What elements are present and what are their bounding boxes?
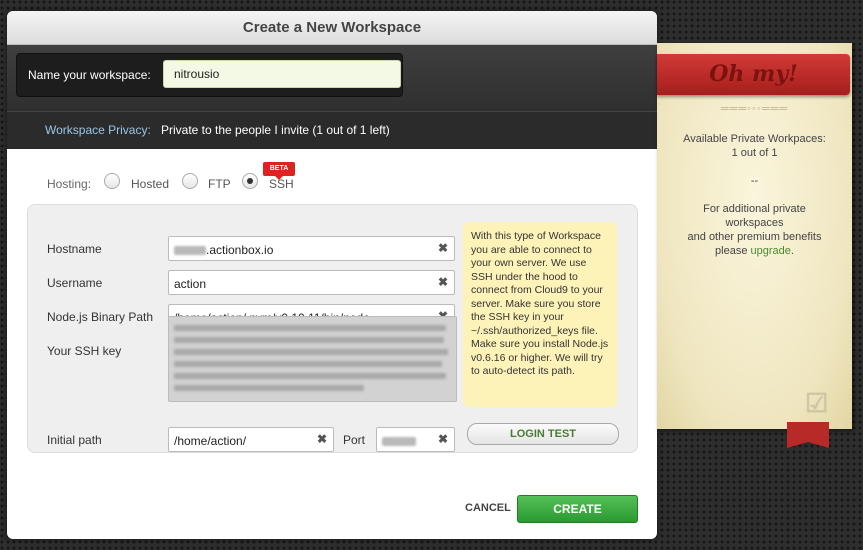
radio-ftp[interactable]: [182, 173, 198, 189]
port-input[interactable]: ✖: [376, 427, 455, 452]
initial-path-value: /home/action/: [174, 434, 247, 448]
radio-ssh[interactable]: [242, 173, 258, 189]
promo-line-2: workspaces: [725, 217, 784, 229]
workspace-name-label: Name your workspace:: [28, 68, 151, 82]
separator-text: --: [750, 175, 759, 187]
username-label: Username: [47, 276, 103, 290]
ssh-info-note: With this type of Workspace you are able…: [463, 222, 617, 407]
redacted-text: [174, 325, 446, 331]
port-label: Port: [343, 433, 366, 447]
flourish-ornament: ═══◦◦◦═══: [720, 103, 789, 115]
clear-icon[interactable]: ✖: [438, 275, 448, 289]
available-workspaces: Available Private Workpaces: 1 out of 1: [667, 132, 842, 160]
available-line-1: Available Private Workpaces:: [683, 133, 826, 145]
redacted-text: [382, 437, 416, 447]
ssh-key-label: Your SSH key: [47, 344, 122, 358]
promo-line-1: For additional private: [703, 203, 806, 215]
redacted-text: [174, 385, 364, 391]
node-path-label: Node.js Binary Path: [47, 310, 154, 324]
cancel-button[interactable]: CANCEL: [465, 502, 511, 514]
ribbon-banner: Oh my!: [657, 54, 850, 95]
radio-ftp-label[interactable]: FTP: [208, 177, 231, 191]
promo-end: .: [790, 245, 794, 257]
promo-line-3: and other premium benefits: [687, 231, 822, 243]
initial-path-label: Initial path: [47, 433, 102, 447]
ssh-settings-panel: Hostname .actionbox.io ✖ Username action…: [27, 204, 638, 453]
login-test-button[interactable]: LOGIN TEST: [467, 423, 619, 445]
ribbon-text: Oh my!: [709, 61, 798, 87]
clear-icon[interactable]: ✖: [317, 432, 327, 446]
redacted-text: [174, 337, 444, 343]
hostname-value: .actionbox.io: [206, 243, 274, 257]
clear-icon[interactable]: ✖: [438, 241, 448, 255]
ssh-key-textarea[interactable]: [168, 316, 457, 402]
privacy-band: Workspace Privacy: Private to the people…: [7, 111, 657, 149]
bookmark-ribbon: [787, 422, 829, 448]
dialog-title: Create a New Workspace: [7, 11, 657, 45]
clear-icon[interactable]: ✖: [438, 432, 448, 446]
create-workspace-dialog: Create a New Workspace Name your workspa…: [7, 11, 657, 539]
radio-hosted[interactable]: [104, 173, 120, 189]
hostname-label: Hostname: [47, 242, 102, 256]
name-band: Name your workspace: nitrousio: [7, 45, 657, 111]
beta-badge: BETA: [263, 162, 295, 180]
workspace-name-input[interactable]: nitrousio: [163, 60, 401, 88]
privacy-value: Private to the people I invite (1 out of…: [161, 123, 390, 137]
promo-line-4: please upgrade.: [667, 244, 842, 258]
redacted-text: [174, 349, 448, 355]
username-value: action: [174, 277, 207, 291]
initial-path-input[interactable]: /home/action/ ✖: [168, 427, 334, 452]
redacted-text: [174, 246, 206, 256]
promo-please: please: [715, 245, 748, 257]
radio-hosted-label[interactable]: Hosted: [131, 177, 169, 191]
username-input[interactable]: action ✖: [168, 270, 455, 295]
upgrade-link[interactable]: upgrade: [751, 245, 791, 257]
hosting-label: Hosting:: [47, 177, 92, 191]
hosting-options: Hosting: Hosted FTP SSH BETA: [7, 159, 657, 199]
privacy-label[interactable]: Workspace Privacy:: [45, 123, 151, 137]
checkmark-stamp-icon: ☑: [805, 388, 829, 418]
create-button[interactable]: CREATE: [517, 495, 638, 523]
redacted-text: [174, 361, 442, 367]
name-box: Name your workspace: nitrousio: [16, 53, 403, 97]
available-line-2: 1 out of 1: [731, 147, 778, 159]
upgrade-note-card: Oh my! ═══◦◦◦═══ Available Private Workp…: [657, 43, 852, 429]
premium-promo: For additional private workspaces and ot…: [667, 202, 842, 258]
hostname-input[interactable]: .actionbox.io ✖: [168, 236, 455, 261]
redacted-text: [174, 373, 446, 379]
